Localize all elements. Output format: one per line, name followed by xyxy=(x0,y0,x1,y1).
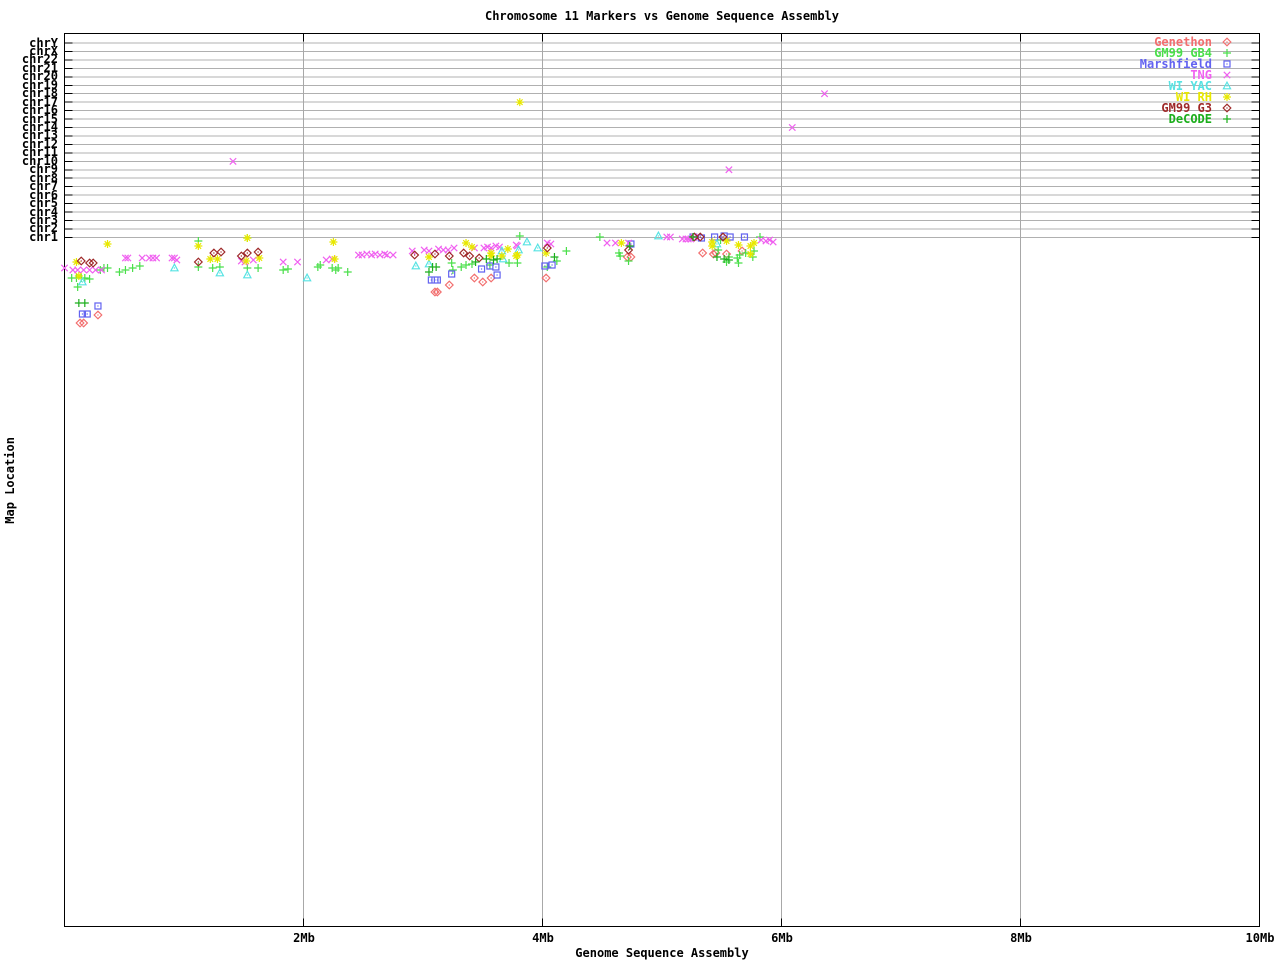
legend-marker-decode xyxy=(1223,115,1231,123)
gnuplot-chart-page: Chromosome 11 Markers vs Genome Sequence… xyxy=(0,0,1280,960)
legend-marker-gm99-gb4 xyxy=(1223,49,1231,57)
legend-marker-marshfield xyxy=(1224,61,1230,67)
series-marshfield xyxy=(79,233,747,317)
legend-marker-genethon xyxy=(1223,38,1231,46)
legend-marker-wi-rh xyxy=(1223,93,1231,101)
x-tick-label-6Mb: 6Mb xyxy=(742,932,822,944)
plot-border xyxy=(65,34,1260,927)
x-tick-label-4Mb: 4Mb xyxy=(503,932,583,944)
series-wi-rh xyxy=(72,98,758,280)
y-tick-label-chr1: chr1 xyxy=(0,231,58,243)
x-tick-label-8Mb: 8Mb xyxy=(981,932,1061,944)
legend-item-decode: DeCODE xyxy=(1042,113,1212,125)
x-tick-label-2Mb: 2Mb xyxy=(264,932,344,944)
x-tick-label-10Mb: 10Mb xyxy=(1220,932,1280,944)
chart-canvas xyxy=(0,0,1280,960)
